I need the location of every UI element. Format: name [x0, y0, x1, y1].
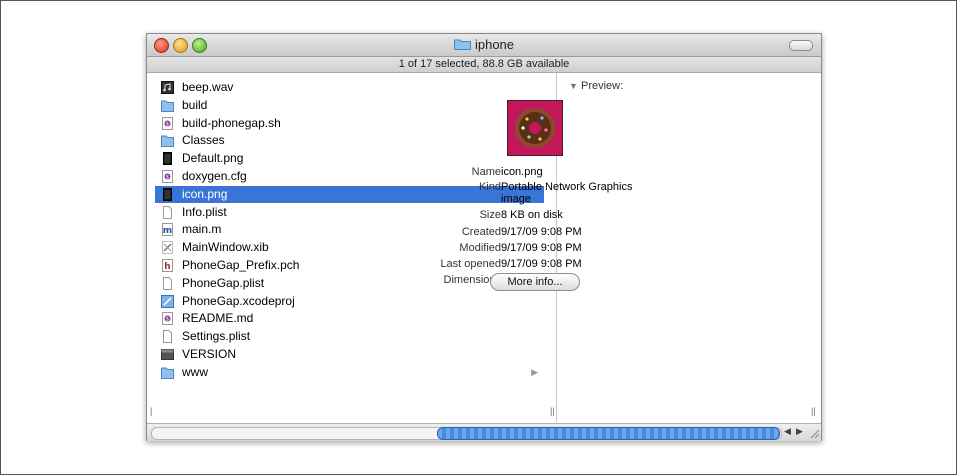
objc-file-icon: m — [162, 223, 173, 237]
metadata-label: Last opened — [440, 258, 501, 270]
metadata-row: Name icon.png — [410, 166, 674, 182]
disclosure-arrow-icon[interactable]: ▶ — [531, 364, 538, 381]
xib-file-icon — [162, 241, 173, 255]
header-file-icon: h — [162, 259, 173, 272]
metadata-row: Kind Portable Network Graphics image — [410, 181, 674, 205]
resize-grip-icon[interactable] — [809, 428, 819, 438]
image-file-icon — [163, 152, 172, 166]
svg-text:h: h — [164, 262, 170, 272]
file-name: README.md — [182, 311, 254, 326]
file-row[interactable]: www ▶ — [155, 364, 544, 381]
toolbar-toggle-button[interactable] — [789, 40, 813, 51]
metadata-value: icon.png — [501, 166, 543, 178]
file-name: build — [182, 97, 208, 112]
metadata-row: Size 8 KB on disk — [410, 209, 674, 225]
file-name: www — [182, 364, 208, 379]
status-bar: 1 of 17 selected, 88.8 GB available — [147, 57, 821, 73]
document-file-icon — [163, 276, 172, 290]
disclosure-triangle-icon[interactable]: ▼ — [569, 81, 578, 91]
preview-header[interactable]: ▼ Preview: — [569, 80, 623, 92]
preview-thumbnail — [507, 100, 563, 156]
text-file-icon — [161, 349, 174, 360]
audio-file-icon — [161, 81, 174, 94]
metadata-label: Created — [461, 226, 501, 238]
metadata-value: Portable Network Graphics image — [501, 181, 633, 205]
folder-icon — [161, 100, 174, 112]
column-resize-handle[interactable]: | — [150, 406, 152, 416]
document-file-icon — [163, 205, 172, 219]
file-name: MainWindow.xib — [182, 240, 269, 255]
metadata-label: Kind — [478, 181, 501, 193]
script-file-icon: $ — [162, 170, 173, 183]
xcodeproj-file-icon — [161, 294, 174, 308]
window-title: iphone — [147, 37, 821, 52]
file-name: Classes — [182, 133, 225, 148]
file-name: PhoneGap_Prefix.pch — [182, 258, 300, 272]
file-row[interactable]: VERSION — [155, 346, 544, 363]
file-row[interactable]: Default.png — [155, 150, 544, 167]
file-name: PhoneGap.plist — [182, 275, 265, 290]
window-title-text: iphone — [474, 37, 515, 52]
metadata-value: 8 KB on disk — [501, 209, 563, 221]
file-name: icon.png — [182, 186, 228, 201]
metadata-row: Created 9/17/09 9:08 PM — [410, 226, 674, 242]
file-name: PhoneGap.xcodeproj — [182, 293, 295, 308]
file-name: beep.wav — [182, 80, 234, 94]
file-name: doxygen.cfg — [182, 169, 247, 183]
metadata-value: 9/17/09 9:08 PM — [501, 242, 582, 254]
metadata-row: Modified 9/17/09 9:08 PM — [410, 242, 674, 258]
scroll-right-arrow-icon[interactable]: ▶ — [796, 426, 803, 437]
preview-header-label: Preview: — [580, 80, 624, 92]
file-name: Settings.plist — [182, 329, 251, 344]
svg-text:$: $ — [166, 121, 169, 127]
horizontal-scrollbar[interactable]: ◀ ▶ — [147, 423, 821, 441]
more-info-button[interactable]: More info... — [490, 273, 580, 291]
scroll-left-arrow-icon[interactable]: ◀ — [784, 426, 791, 437]
file-row[interactable]: build▶ — [155, 97, 544, 114]
svg-text:$: $ — [166, 175, 169, 181]
column-resize-handle[interactable]: || — [550, 406, 555, 416]
script-file-icon: $ — [162, 116, 173, 130]
file-row[interactable]: Settings.plist — [155, 328, 544, 345]
document-file-icon — [163, 330, 172, 344]
file-name: build-phonegap.sh — [182, 115, 281, 130]
file-row[interactable]: $ build-phonegap.sh — [155, 115, 544, 132]
folder-icon — [453, 39, 471, 50]
file-name: Default.png — [182, 151, 244, 166]
metadata-row: Last opened 9/17/09 9:08 PM — [410, 258, 674, 274]
file-name: main.m — [182, 222, 222, 237]
metadata-value: 9/17/09 9:08 PM — [501, 258, 582, 270]
folder-icon — [161, 135, 174, 148]
file-row[interactable]: $ README.md — [155, 310, 544, 327]
metadata-label: Modified — [459, 242, 501, 254]
svg-text:$: $ — [166, 317, 169, 323]
file-name: VERSION — [182, 347, 237, 361]
folder-icon — [161, 367, 174, 379]
metadata-value: 9/17/09 9:08 PM — [501, 226, 582, 238]
metadata-label: Name — [471, 166, 501, 178]
title-bar[interactable]: iphone — [147, 34, 821, 57]
file-row[interactable]: Classes▶ — [155, 132, 544, 149]
script-file-icon: $ — [162, 312, 173, 326]
file-row[interactable]: beep.wav — [155, 79, 544, 96]
scroll-thumb[interactable] — [437, 427, 780, 440]
metadata-label: Size — [479, 209, 501, 221]
column-resize-handle[interactable]: || — [811, 406, 816, 416]
file-name: Info.plist — [182, 204, 227, 219]
file-row[interactable]: PhoneGap.xcodeproj — [155, 293, 544, 310]
image-file-icon — [163, 187, 172, 201]
svg-text:m: m — [163, 226, 172, 236]
